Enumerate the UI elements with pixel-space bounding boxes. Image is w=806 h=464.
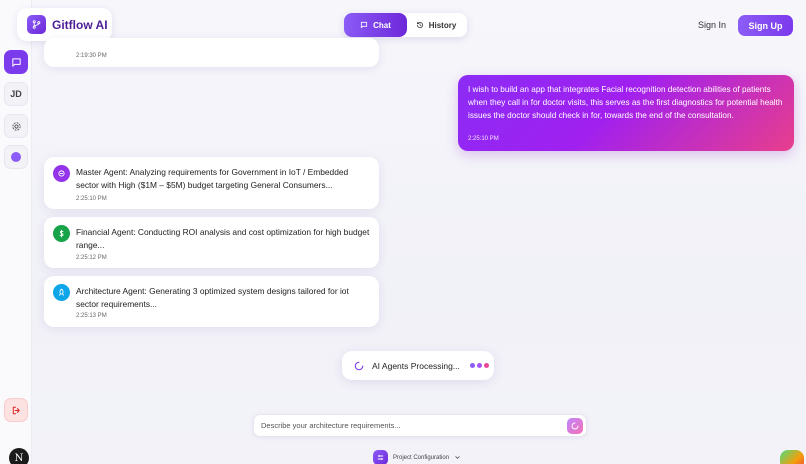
processing-label: AI Agents Processing...: [372, 360, 460, 371]
agent-message-architecture: Architecture Agent: Generating 3 optimiz…: [44, 276, 379, 327]
user-avatar[interactable]: N: [9, 448, 29, 464]
project-configuration-label: Project Configuration: [393, 454, 450, 461]
tab-history-label: History: [428, 20, 457, 30]
corner-widget[interactable]: [780, 450, 804, 464]
sidebar-profile-button[interactable]: JD: [4, 82, 28, 106]
git-branch-icon: [27, 15, 46, 34]
processing-indicator: AI Agents Processing...: [342, 351, 494, 380]
spinner-icon: [354, 361, 364, 370]
brand-logo[interactable]: Gitflow AI: [17, 8, 112, 41]
logout-icon: [12, 406, 20, 414]
project-configuration-toggle[interactable]: Project Configuration: [373, 450, 461, 464]
sidebar: JD: [0, 0, 32, 464]
chevron-down-icon: [455, 456, 460, 459]
agent-message-time: 2:25:10 PM: [76, 196, 107, 202]
sidebar-chat-button[interactable]: [4, 50, 28, 74]
settings-sliders-icon: [373, 450, 388, 464]
message-input[interactable]: [254, 415, 554, 436]
sign-up-label: Sign Up: [748, 20, 783, 31]
tab-history[interactable]: History: [407, 13, 465, 37]
sidebar-settings-button[interactable]: [4, 114, 28, 138]
gear-icon: [11, 121, 21, 131]
agent-message-text: Architecture Agent: Generating 3 optimiz…: [76, 286, 349, 309]
user-message-text: I wish to build an app that integrates F…: [468, 85, 783, 120]
sidebar-status-button[interactable]: [4, 145, 28, 169]
sign-in-link[interactable]: Sign In: [698, 20, 726, 30]
loading-dots: [469, 363, 489, 368]
view-toggle: Chat History: [344, 13, 467, 37]
brand-name: Gitflow AI: [52, 17, 108, 32]
agent-message-text: Financial Agent: Conducting ROI analysis…: [76, 227, 370, 250]
agent-message-time: 2:25:12 PM: [76, 255, 107, 261]
chat-icon: [361, 21, 368, 29]
agent-message-text: Master Agent: Analyzing requirements for…: [76, 167, 349, 190]
avatar-letter: N: [14, 452, 24, 464]
dollar-icon: [53, 225, 70, 242]
logout-button[interactable]: [4, 398, 28, 422]
user-message-time: 2:25:10 PM: [468, 136, 499, 142]
message-time: 2:19:30 PM: [76, 53, 107, 59]
agent-message-master: Master Agent: Analyzing requirements for…: [44, 157, 379, 209]
profile-initials: JD: [10, 89, 22, 99]
status-dot-icon: [11, 152, 21, 162]
user-message: I wish to build an app that integrates F…: [458, 75, 794, 151]
spinner-icon: [571, 422, 579, 430]
chat-icon: [11, 57, 21, 67]
tab-chat-label: Chat: [373, 20, 391, 30]
rocket-icon: [53, 284, 70, 301]
tab-chat[interactable]: Chat: [344, 13, 407, 37]
agent-message-time: 2:25:13 PM: [76, 313, 107, 319]
message-card-partial: 2:19:30 PM: [44, 38, 379, 67]
sign-up-button[interactable]: Sign Up: [738, 15, 793, 36]
send-button[interactable]: [567, 418, 583, 434]
history-icon: [416, 21, 423, 29]
composer: [253, 414, 587, 437]
brain-icon: [53, 165, 70, 182]
agent-message-financial: Financial Agent: Conducting ROI analysis…: [44, 217, 379, 268]
